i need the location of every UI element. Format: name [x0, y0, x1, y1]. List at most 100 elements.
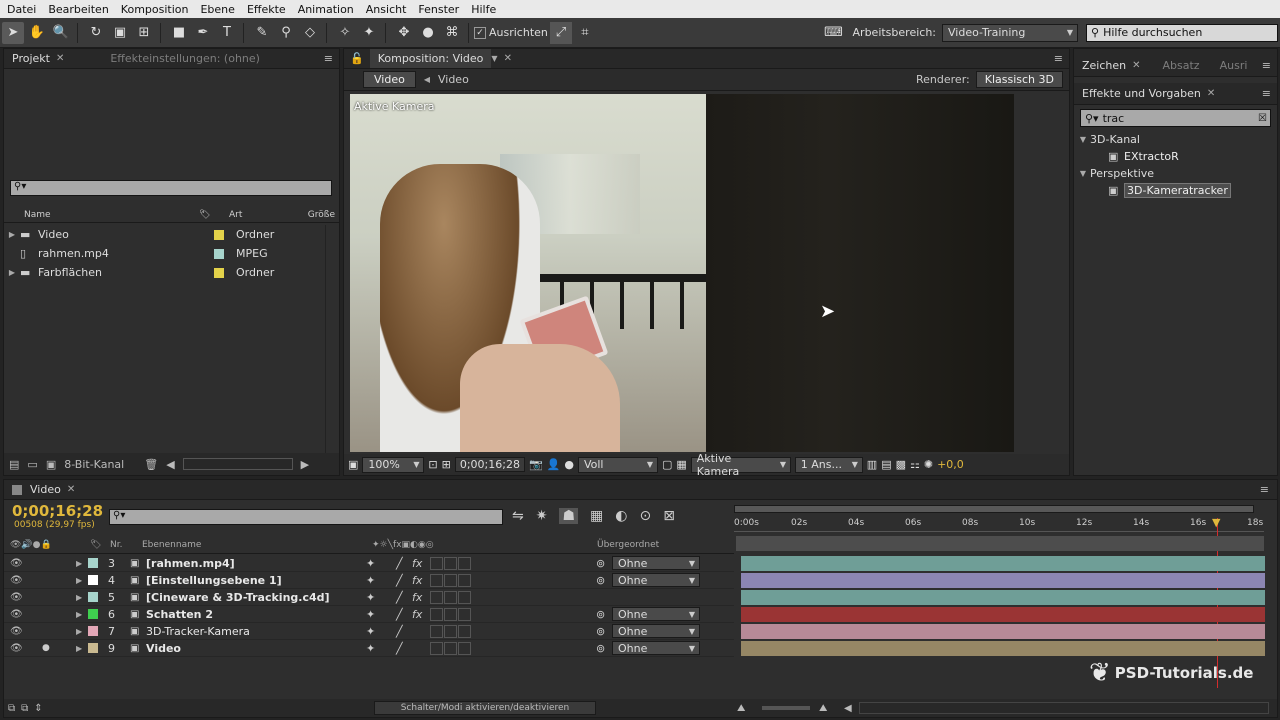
pan-behind-tool-icon[interactable]: ⊞ [133, 22, 155, 44]
layer-label-swatch[interactable] [88, 592, 98, 602]
clear-search-icon[interactable]: ☒ [1258, 113, 1270, 124]
shy-layers-icon[interactable]: ☗ [559, 508, 579, 524]
eye-icon[interactable]: 👁 [10, 558, 28, 569]
menu-item-1[interactable]: Bearbeiten [41, 3, 113, 16]
tab-timeline-video[interactable]: Video [22, 483, 67, 496]
panel-menu-icon[interactable]: ≡ [1260, 483, 1277, 496]
channels-icon[interactable]: ● [564, 458, 574, 471]
brush-tool-icon[interactable]: ✎ [251, 22, 273, 44]
effect-item[interactable]: ▣ EXtractoR [1074, 148, 1277, 165]
view-axis-icon[interactable]: ⌘ [441, 22, 463, 44]
panel-menu-icon[interactable]: ≡ [1262, 59, 1277, 72]
label-color-swatch[interactable] [214, 267, 224, 278]
close-icon[interactable]: ✕ [1132, 60, 1148, 71]
layer-label-swatch[interactable] [88, 643, 98, 653]
expand-triangle-icon[interactable]: ▶ [76, 644, 88, 653]
zoom-slider[interactable] [762, 706, 810, 710]
toggle-switches-modes-button[interactable]: Schalter/Modi aktivieren/deaktivieren [374, 701, 596, 715]
exposure-value[interactable]: +0,0 [937, 458, 964, 471]
column-size[interactable]: Größe [308, 210, 339, 220]
time-ruler[interactable]: 0:00s 02s 04s 06s 08s 10s 12s 14s 16s 18s [734, 514, 1264, 532]
effects-search-input[interactable]: ⚲▾ trac ☒ [1080, 109, 1271, 127]
chevron-down-icon[interactable]: ▼ [491, 54, 497, 63]
panel-menu-icon[interactable]: ≡ [1262, 87, 1277, 100]
menu-item-6[interactable]: Ansicht [359, 3, 412, 16]
panel-menu-icon[interactable]: ≡ [1054, 52, 1069, 65]
expand-triangle-icon[interactable]: ▶ [76, 610, 88, 619]
timeline-layer-row[interactable]: 👁 ▶ 3 ▣ [rahmen.mp4] ✦ ╱ fx ⊚ Ohne ▼ [4, 555, 734, 572]
close-icon[interactable]: ✕ [504, 53, 520, 64]
layer-switches[interactable]: ✦ ╱ fx [366, 607, 596, 621]
current-time-indicator-head[interactable]: ▼ [1212, 516, 1220, 529]
scroll-left-icon[interactable]: ◀ [166, 458, 174, 471]
eraser-tool-icon[interactable]: ◇ [299, 22, 321, 44]
trash-icon[interactable]: 🗑 [144, 458, 158, 471]
timeline-layer-row[interactable]: 👁 ▶ 5 ▣ [Cineware & 3D-Tracking.c4d] ✦ ╱ f… [4, 589, 734, 606]
layer-label-swatch[interactable] [88, 609, 98, 619]
show-snapshot-icon[interactable]: 👤 [547, 458, 561, 471]
timeline-timecode[interactable]: 0;00;16;28 [12, 502, 103, 520]
layer-duration-bar[interactable] [741, 607, 1265, 622]
pen-tool-icon[interactable]: ✒ [192, 22, 214, 44]
layer-label-swatch[interactable] [88, 575, 98, 585]
workspace-dropdown[interactable]: Video-Training ▼ [942, 23, 1078, 42]
parent-dropdown[interactable]: Ohne ▼ [612, 607, 700, 621]
brainstorm-icon[interactable]: ⊠ [663, 508, 675, 524]
tab-paragraph[interactable]: Absatz [1155, 59, 1206, 72]
effect-item[interactable]: ▣ 3D-Kameratracker [1074, 182, 1277, 199]
column-layer-name[interactable]: Ebenenname [142, 540, 372, 550]
current-time-display[interactable]: 0;00;16;28 [454, 457, 525, 472]
layer-duration-bar[interactable] [741, 624, 1265, 639]
reset-exposure-icon[interactable]: ✺ [924, 458, 933, 471]
zoom-in-icon[interactable]: ⛰ [819, 703, 827, 714]
tab-composition[interactable]: Komposition: Video [369, 49, 492, 68]
camera-tool-icon[interactable]: ▣ [109, 22, 131, 44]
expand-triangle-icon[interactable]: ▶ [76, 593, 88, 602]
eye-icon[interactable]: 👁 [10, 592, 28, 603]
breadcrumb-video[interactable]: Video [363, 71, 416, 88]
puppet-tool-icon[interactable]: ✦ [358, 22, 380, 44]
tab-align[interactable]: Ausri [1212, 59, 1254, 72]
expand-triangle-icon[interactable]: ▶ [4, 268, 20, 277]
timeline-icon[interactable]: ▩ [896, 458, 906, 471]
parent-pickwhip-icon[interactable]: ⊚ [596, 642, 612, 655]
close-icon[interactable]: ✕ [1207, 88, 1223, 99]
expand-triangle-icon[interactable]: ▼ [1076, 169, 1090, 178]
graph-editor-icon[interactable]: ⊙ [639, 508, 651, 524]
layer-name[interactable]: [rahmen.mp4] [146, 557, 366, 570]
layer-label-swatch[interactable] [88, 558, 98, 568]
layer-label-swatch[interactable] [88, 626, 98, 636]
parent-dropdown[interactable]: Ohne ▼ [612, 556, 700, 570]
column-number[interactable]: Nr. [110, 540, 142, 550]
parent-pickwhip-icon[interactable]: ⊚ [596, 625, 612, 638]
layer-switches[interactable]: ✦ ╱ fx [366, 556, 596, 570]
layer-duration-bar[interactable] [741, 556, 1265, 571]
fast-previews-icon[interactable]: ▤ [881, 458, 891, 471]
timeline-layer-row[interactable]: 👁 ▶ 6 ▣ Schatten 2 ✦ ╱ fx ⊚ Ohne ▼ [4, 606, 734, 623]
layer-duration-bar[interactable] [741, 641, 1265, 656]
keyboard-icon[interactable]: ⌨ [821, 22, 847, 44]
expand-modes-icon[interactable]: ⧉ [21, 703, 28, 714]
parent-pickwhip-icon[interactable]: ⊚ [596, 574, 612, 587]
expand-triangle-icon[interactable]: ▼ [1076, 135, 1090, 144]
pixel-aspect-icon[interactable]: ▥ [867, 458, 877, 471]
label-color-swatch[interactable] [214, 229, 224, 240]
lock-icon[interactable]: 🔓 [344, 52, 370, 65]
layer-switches[interactable]: ✦ ╱ fx [366, 573, 596, 587]
breadcrumb-video-2[interactable]: Video [438, 73, 469, 86]
menu-item-0[interactable]: Datei [0, 3, 41, 16]
menu-item-4[interactable]: Effekte [240, 3, 291, 16]
selection-tool-icon[interactable]: ➤ [2, 21, 24, 44]
column-type[interactable]: Art [229, 210, 307, 220]
eye-icon[interactable]: 👁 [10, 575, 28, 586]
project-search-input[interactable]: ⚲▾ [10, 180, 332, 196]
expand-triangle-icon[interactable]: ▶ [76, 627, 88, 636]
eye-icon[interactable]: 👁 [10, 643, 28, 654]
timeline-layer-row[interactable]: 👁 ▶ 4 ▣ [Einstellungsebene 1] ✦ ╱ fx ⊚ Ohne… [4, 572, 734, 589]
safe-margins-icon[interactable]: ⊞ [442, 458, 451, 471]
column-parent[interactable]: Übergeordnet [597, 540, 659, 550]
layer-name[interactable]: [Einstellungsebene 1] [146, 574, 366, 587]
zoom-dropdown[interactable]: 100% ▼ [362, 456, 425, 473]
label-color-swatch[interactable] [214, 248, 224, 259]
renderer-button[interactable]: Klassisch 3D [975, 71, 1063, 88]
